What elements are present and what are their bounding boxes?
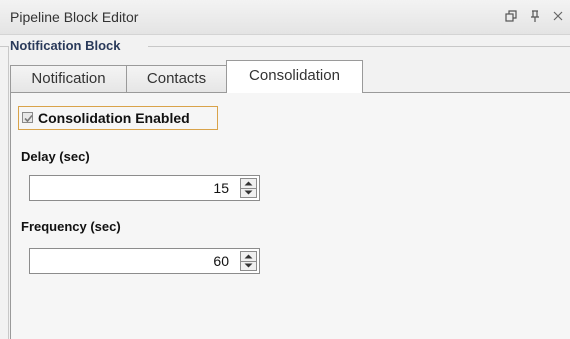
pipeline-block-editor-panel: Pipeline Block Editor Notification Block… bbox=[0, 0, 570, 339]
triangle-down-icon bbox=[244, 190, 253, 195]
group-border-edge bbox=[8, 46, 9, 339]
triangle-up-icon bbox=[244, 254, 253, 259]
tab-contacts[interactable]: Contacts bbox=[126, 65, 227, 92]
restore-window-icon[interactable] bbox=[503, 8, 519, 24]
consolidation-enabled-label: Consolidation Enabled bbox=[38, 110, 190, 126]
frequency-decrement-button[interactable] bbox=[241, 261, 256, 270]
frequency-spinner-buttons bbox=[240, 251, 257, 271]
window-title: Pipeline Block Editor bbox=[10, 9, 139, 25]
delay-spinner[interactable]: 15 bbox=[29, 175, 260, 201]
check-icon bbox=[24, 114, 33, 123]
delay-spinner-buttons bbox=[240, 178, 257, 198]
group-border-right bbox=[148, 46, 570, 47]
frequency-label: Frequency (sec) bbox=[21, 219, 121, 234]
triangle-up-icon bbox=[244, 181, 253, 186]
delay-value[interactable]: 15 bbox=[213, 180, 229, 196]
group-title: Notification Block bbox=[10, 38, 127, 53]
tab-notification[interactable]: Notification bbox=[10, 65, 127, 92]
title-bar: Pipeline Block Editor bbox=[0, 0, 570, 35]
close-icon[interactable] bbox=[550, 8, 566, 24]
frequency-value[interactable]: 60 bbox=[213, 253, 229, 269]
delay-decrement-button[interactable] bbox=[241, 188, 256, 197]
pin-icon[interactable] bbox=[527, 8, 543, 24]
triangle-down-icon bbox=[244, 263, 253, 268]
frequency-spinner[interactable]: 60 bbox=[29, 248, 260, 274]
tab-consolidation[interactable]: Consolidation bbox=[226, 60, 363, 93]
consolidation-enabled-checkbox[interactable]: Consolidation Enabled bbox=[18, 106, 218, 130]
checkbox-box[interactable] bbox=[22, 112, 33, 123]
delay-label: Delay (sec) bbox=[21, 149, 90, 164]
group-border-left bbox=[0, 46, 8, 47]
